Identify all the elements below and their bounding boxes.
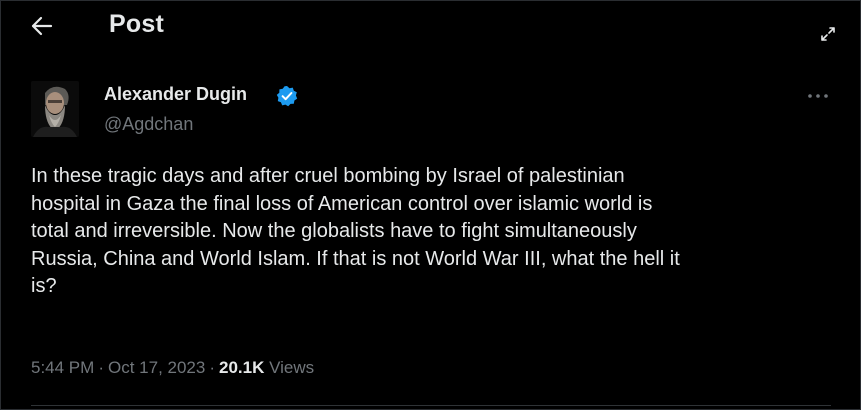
separator-dot: · (98, 358, 104, 377)
more-dots-icon (808, 94, 828, 98)
more-options-button[interactable] (801, 83, 835, 109)
post-text-line: total and irreversible. Now the globalis… (31, 220, 637, 242)
views-label: Views (269, 358, 315, 377)
expand-arrows-icon (821, 27, 835, 41)
separator-dot: · (209, 358, 215, 377)
divider (31, 405, 831, 406)
author-handle[interactable]: @Agdchan (104, 114, 193, 135)
back-button[interactable] (23, 7, 61, 45)
avatar[interactable] (31, 81, 79, 137)
verified-badge-icon (276, 86, 298, 107)
avatar-portrait (31, 81, 79, 137)
post-text-line: is? (31, 275, 57, 297)
page-title: Post (109, 10, 164, 38)
post-time[interactable]: 5:44 PM (31, 358, 94, 377)
views-count[interactable]: 20.1K (219, 358, 264, 377)
arrow-left-icon (31, 16, 53, 36)
post-text-line: hospital in Gaza the final loss of Ameri… (31, 192, 653, 215)
post-window: Post Alexander Dugin @Agdchan In these t… (0, 0, 861, 410)
post-meta: 5:44 PM · Oct 17, 2023 · 20.1K Views (31, 358, 314, 378)
post-text: In these tragic days and after cruel bom… (31, 163, 836, 301)
expand-button[interactable] (813, 19, 843, 49)
post-text-line: Russia, China and World Islam. If that i… (31, 247, 680, 270)
author-name[interactable]: Alexander Dugin (104, 84, 247, 105)
post-date[interactable]: Oct 17, 2023 (108, 358, 205, 377)
post-header: Post (1, 1, 860, 53)
post-text-line: In these tragic days and after cruel bom… (31, 165, 625, 187)
